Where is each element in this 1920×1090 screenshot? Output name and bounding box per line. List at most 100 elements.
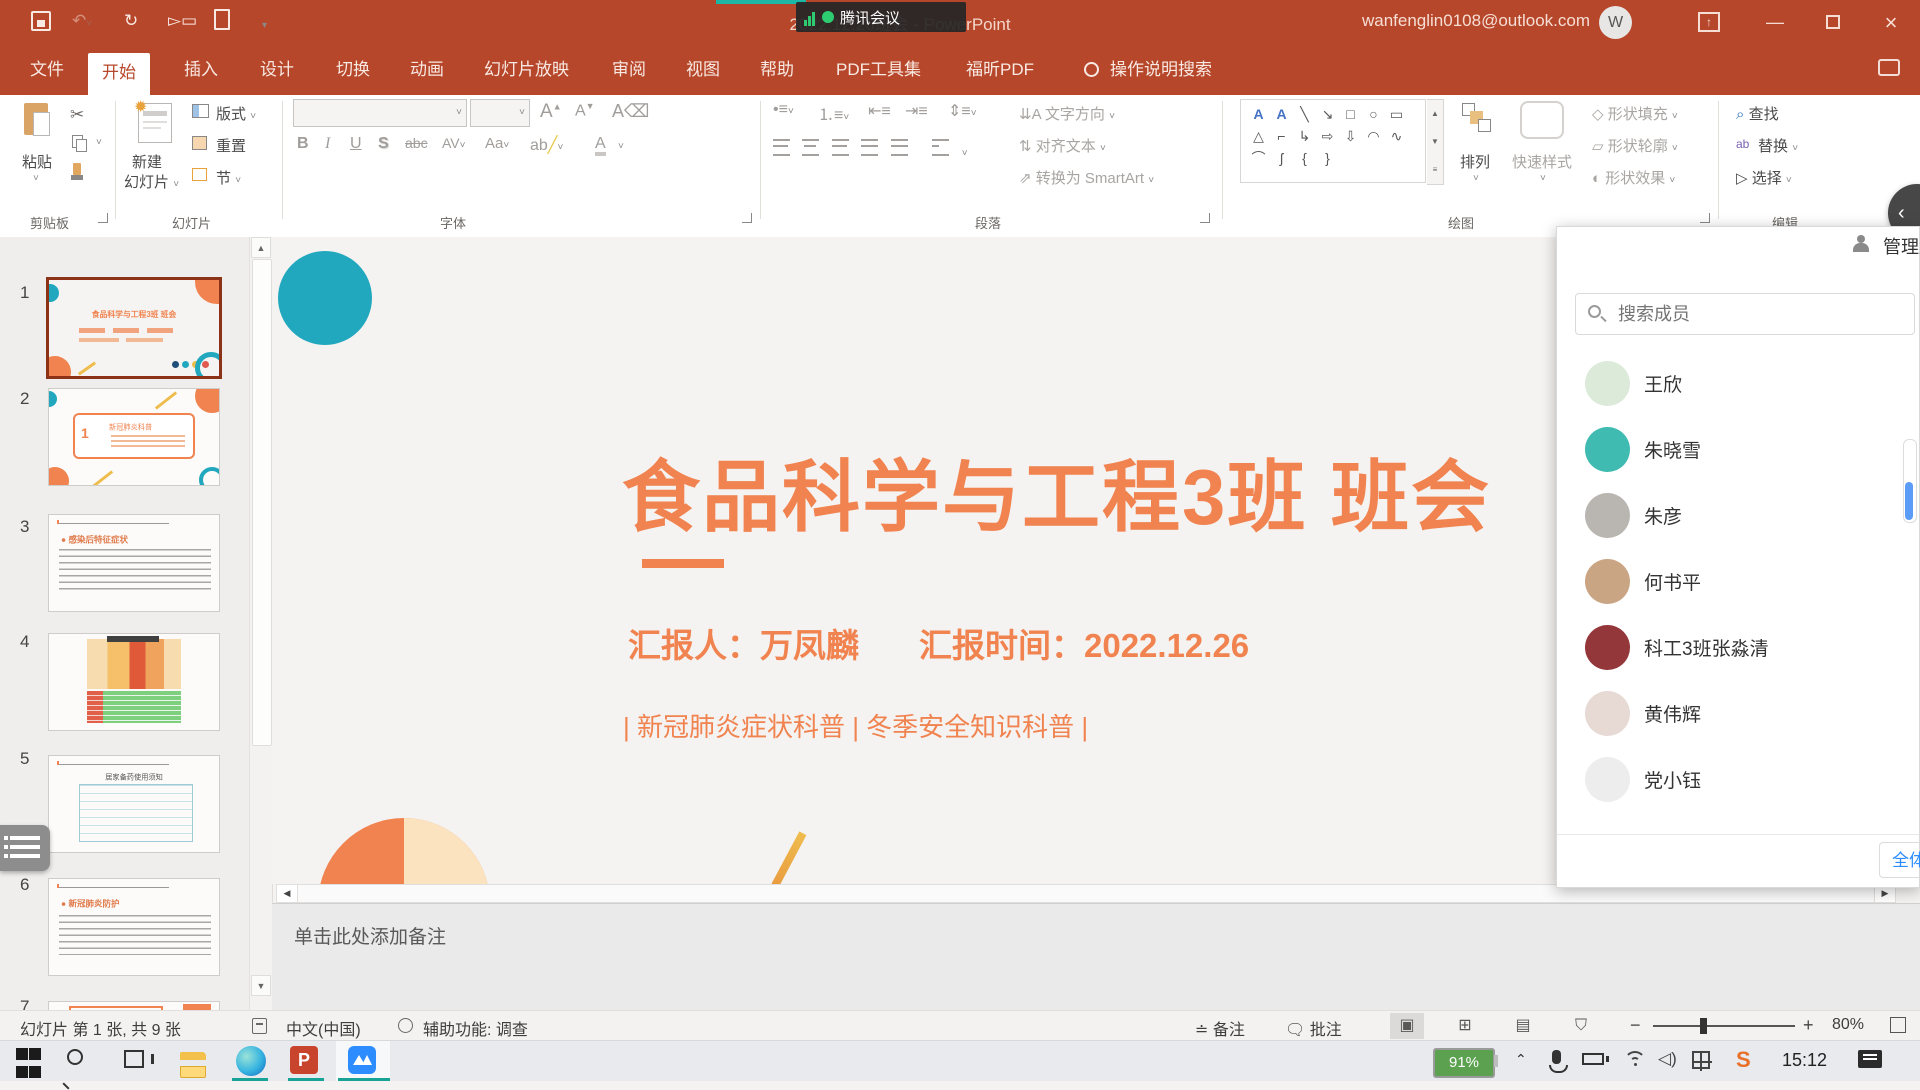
tray-volume-icon[interactable]: ◁) — [1658, 1049, 1677, 1069]
zoom-slider-thumb[interactable] — [1700, 1018, 1707, 1034]
shape-fill-button[interactable]: ◇ 形状填充 ˅ — [1592, 103, 1678, 124]
save-icon[interactable] — [31, 11, 51, 31]
member-search-input[interactable] — [1616, 303, 1870, 326]
member-row[interactable]: 王欣 — [1557, 357, 1919, 413]
zoom-level[interactable]: 80% — [1832, 1016, 1864, 1034]
find-button[interactable]: ⌕ 查找 — [1736, 103, 1779, 124]
shapes-gallery-scroll[interactable]: ▲▼≡ — [1427, 99, 1444, 185]
layout-button[interactable]: 版式 ˅ — [216, 103, 256, 124]
change-case-icon[interactable]: Aa˅ — [485, 135, 509, 152]
battery-percent-widget[interactable]: 91% — [1433, 1048, 1495, 1078]
slide-tagline-text[interactable]: | 新冠肺炎症状科普 | 冬季安全知识科普 | — [623, 707, 1088, 744]
decrease-font-icon[interactable]: A▼ — [575, 101, 595, 120]
tab-file[interactable]: 文件 — [16, 53, 78, 87]
elbow-arrow-icon[interactable]: ↳ — [1293, 125, 1316, 147]
meeting-floating-badge[interactable]: 腾讯会议 — [796, 2, 966, 32]
member-row[interactable]: 何书平 — [1557, 555, 1919, 611]
thumbnail-slide-1[interactable]: 食品科学与工程3班 班会 — [46, 277, 222, 379]
numbering-icon[interactable]: ⒈≡˅ — [818, 101, 849, 125]
reset-button[interactable]: 重置 — [216, 135, 246, 156]
oval-shape-icon[interactable]: ○ — [1362, 103, 1385, 125]
format-painter-icon[interactable] — [73, 163, 81, 175]
language-indicator[interactable]: 中文(中国) — [286, 1016, 361, 1040]
fit-slide-icon[interactable] — [1890, 1017, 1906, 1033]
member-row[interactable]: 党小钰 — [1557, 753, 1919, 809]
normal-view-button[interactable]: ▣ — [1390, 1013, 1424, 1039]
sogou-input-icon[interactable]: S — [1736, 1047, 1751, 1073]
notes-pane[interactable]: 单击此处添加备注 — [272, 903, 1920, 1011]
character-spacing-icon[interactable]: AV˅ — [442, 135, 465, 151]
replace-button[interactable]: ab — [1736, 135, 1749, 152]
text-direction-button[interactable]: ⇊A 文字方向 ˅ — [1019, 103, 1115, 124]
restore-button[interactable] — [1810, 0, 1856, 45]
section-button[interactable]: 节 ˅ — [216, 167, 241, 188]
member-row[interactable]: 朱彦 — [1557, 489, 1919, 545]
font-color-icon[interactable]: A — [595, 135, 606, 156]
action-center-icon[interactable] — [1858, 1050, 1882, 1068]
thumbnail-slide-4[interactable] — [48, 633, 220, 731]
rectangle-shape-icon[interactable]: □ — [1339, 103, 1362, 125]
align-right-icon[interactable] — [832, 139, 849, 156]
bullets-icon[interactable]: •≡˅ — [773, 101, 794, 119]
tray-expand-icon[interactable]: ⌃ — [1515, 1051, 1527, 1068]
cut-icon[interactable]: ✂ — [70, 105, 84, 125]
tray-battery-icon[interactable] — [1582, 1053, 1604, 1065]
comments-toggle[interactable]: 🗨 批注 — [1285, 1016, 1342, 1040]
thumbnail-scroll-down-icon[interactable]: ▼ — [251, 975, 271, 996]
start-button[interactable] — [14, 1046, 44, 1076]
arc-shape-icon[interactable]: ⌒ — [1247, 147, 1270, 169]
member-list-scrollbar[interactable] — [1903, 439, 1917, 523]
paste-button[interactable]: 粘贴 — [22, 151, 52, 172]
italic-icon[interactable]: I — [325, 135, 330, 153]
tab-pdf-tools[interactable]: PDF工具集 — [822, 53, 935, 87]
member-row[interactable]: 科工3班张淼清 — [1557, 621, 1919, 677]
clock[interactable]: 15:12 — [1782, 1050, 1827, 1071]
zoom-out-icon[interactable]: − — [1630, 1015, 1641, 1036]
account-email[interactable]: wanfenglin0108@outlook.com — [1362, 11, 1590, 31]
arrow-shape-icon[interactable]: ↘ — [1316, 103, 1339, 125]
notes-placeholder[interactable]: 单击此处添加备注 — [294, 922, 446, 949]
member-row[interactable]: 朱晓雪 — [1557, 423, 1919, 479]
right-brace-shape-icon[interactable]: } — [1316, 147, 1339, 169]
tell-me-search[interactable]: 操作说明搜索 — [1096, 53, 1226, 87]
member-scroll-thumb[interactable] — [1905, 482, 1913, 520]
line-shape-icon[interactable]: ╲ — [1293, 103, 1316, 125]
align-center-icon[interactable] — [802, 139, 819, 156]
increase-font-icon[interactable]: A▲ — [540, 101, 562, 123]
minimize-button[interactable]: — — [1752, 0, 1798, 45]
redo-icon[interactable]: ↻ — [124, 8, 138, 34]
decrease-indent-icon[interactable]: ⇤≡ — [868, 101, 891, 121]
font-name-combobox[interactable]: ˅ — [293, 99, 467, 127]
highlight-color-icon[interactable]: ab╱˅ — [530, 135, 563, 155]
thumbnail-slide-5[interactable]: 居家备药使用须知 — [48, 755, 220, 853]
strikethrough-icon[interactable]: abc — [405, 135, 428, 151]
zoom-in-icon[interactable]: + — [1803, 1015, 1814, 1036]
thumbnail-slide-6[interactable]: ● 新冠肺炎防护 — [48, 878, 220, 976]
quick-styles-button[interactable]: 快速样式 — [1512, 151, 1572, 172]
spellcheck-icon[interactable] — [252, 1018, 267, 1034]
scribble-shape-icon[interactable]: ∿ — [1385, 125, 1408, 147]
smartart-button[interactable]: ⇗ 转换为 SmartArt ˅ — [1019, 167, 1154, 188]
notes-toggle[interactable]: ≐ 备注 — [1195, 1016, 1245, 1040]
bold-icon[interactable]: B — [297, 135, 309, 153]
start-slideshow-icon[interactable]: ▻▭ — [168, 8, 197, 34]
shapes-gallery[interactable]: AA╲↘□○▭△⌐↳⇨⇩◠∿⌒ʃ{} — [1240, 99, 1426, 183]
curve-shape-icon[interactable]: ʃ — [1270, 147, 1293, 169]
justify-icon[interactable] — [861, 139, 878, 156]
columns-icon[interactable] — [932, 139, 949, 156]
drawing-dialog-launcher[interactable] — [1700, 213, 1710, 223]
font-size-combobox[interactable]: ˅ — [470, 99, 530, 127]
slide-sorter-view-button[interactable]: ⊞ — [1448, 1013, 1482, 1039]
tab-design[interactable]: 设计 — [246, 53, 308, 87]
right-arrow-shape-icon[interactable]: ⇨ — [1316, 125, 1339, 147]
tray-ime-icon[interactable] — [1692, 1051, 1710, 1069]
text-shadow-icon[interactable]: S — [378, 135, 389, 153]
down-arrow-shape-icon[interactable]: ⇩ — [1339, 125, 1362, 147]
arrange-button[interactable]: 排列 — [1460, 151, 1490, 172]
tab-animations[interactable]: 动画 — [396, 53, 458, 87]
slide-list-float-button[interactable] — [0, 825, 50, 871]
vertical-textbox-shape-icon[interactable]: A — [1270, 103, 1293, 125]
mute-all-button[interactable]: 全体静音 — [1879, 842, 1920, 878]
member-search-box[interactable] — [1575, 293, 1915, 335]
thumbnail-scroll-up-icon[interactable]: ▲ — [251, 237, 271, 258]
